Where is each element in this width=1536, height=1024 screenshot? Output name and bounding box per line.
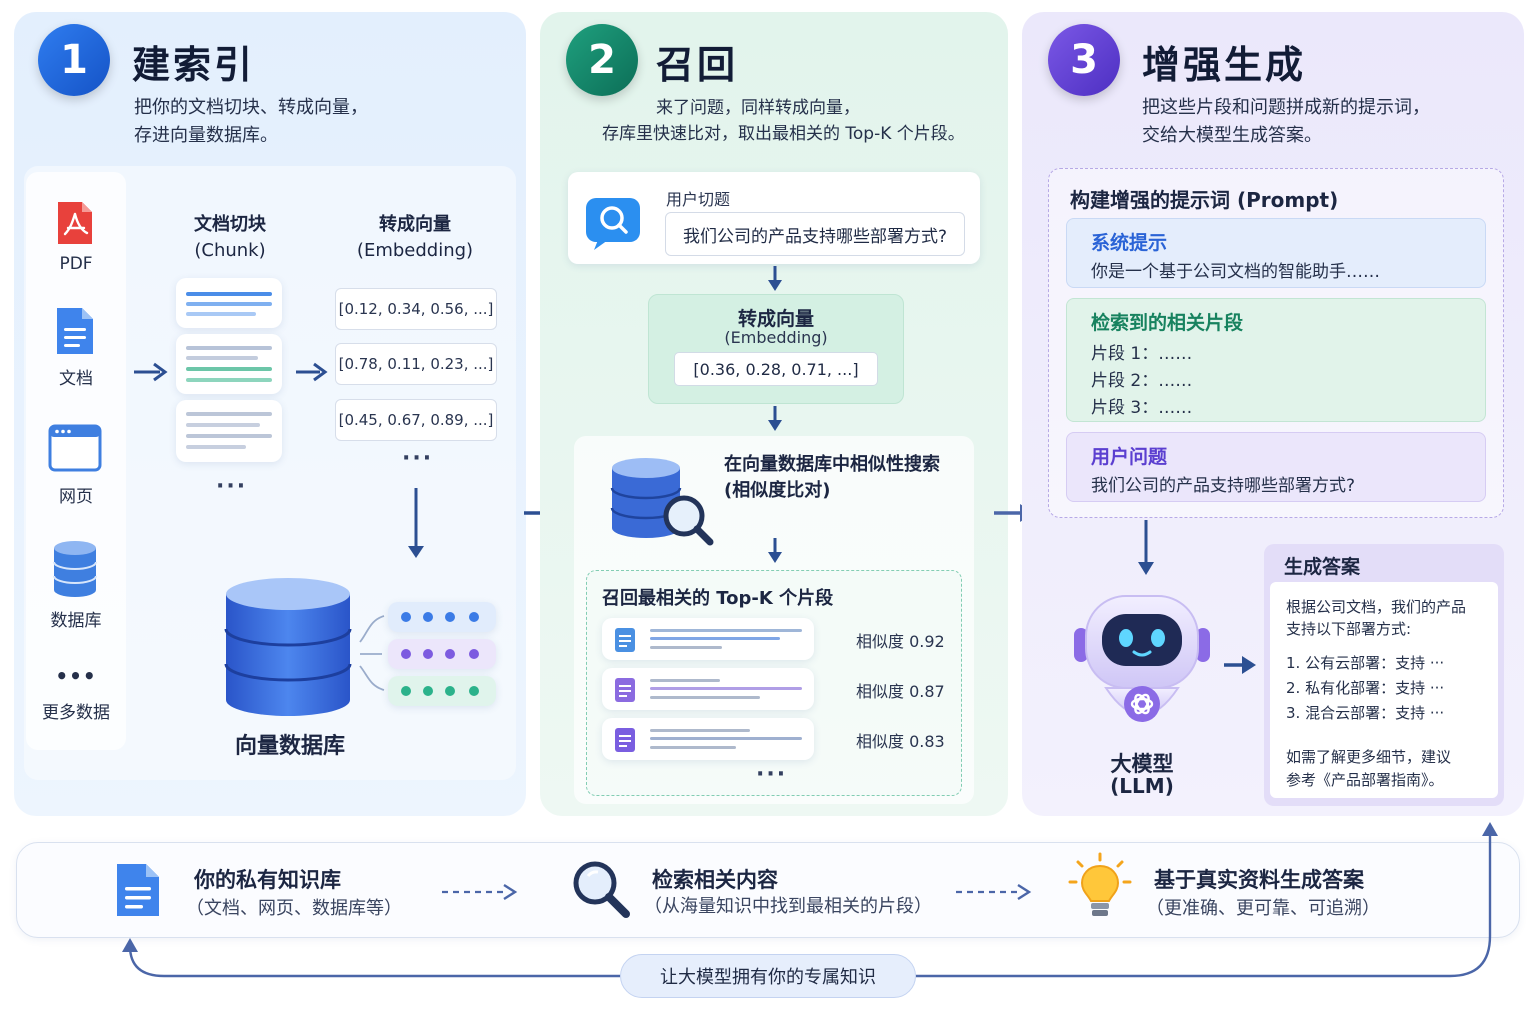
feedback-loop-arrow (122, 822, 1498, 978)
loop-label: 让大模型拥有你的专属知识 (620, 954, 916, 998)
